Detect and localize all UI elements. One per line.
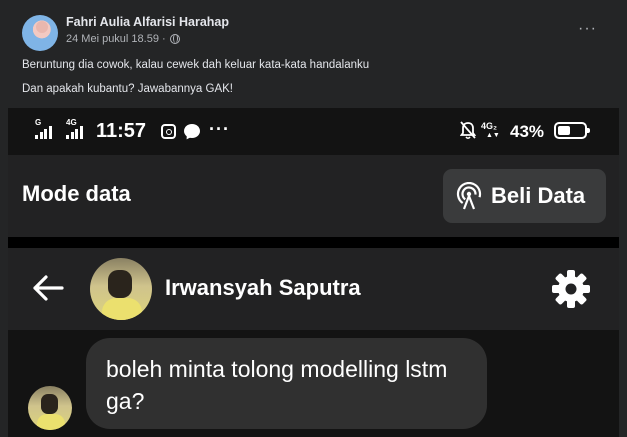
- contact-avatar[interactable]: [90, 258, 152, 320]
- network-4g-icon: 4G₂ ▲▼: [481, 121, 500, 139]
- phone-status-bar: G 4G 11:57 ··· 4G₂ ▲▼ 43%: [8, 108, 619, 155]
- divider: [8, 237, 619, 248]
- globe-icon: [169, 34, 180, 44]
- more-options-button[interactable]: ···: [578, 20, 597, 38]
- post-date[interactable]: 24 Mei pukul 18.59 ·: [66, 33, 166, 45]
- clock: 11:57: [96, 120, 147, 142]
- contact-name[interactable]: Irwansyah Saputra: [165, 275, 361, 301]
- message-bubble[interactable]: boleh minta tolong modelling lstm ga?: [86, 338, 487, 429]
- post-text-line-1: Beruntung dia cowok, kalau cewek dah kel…: [22, 59, 370, 71]
- post-text-line-2: Dan apakah kubantu? Jawabannya GAK!: [22, 83, 233, 95]
- chat-area[interactable]: boleh minta tolong modelling lstm ga?: [8, 330, 619, 437]
- sender-avatar[interactable]: [28, 386, 72, 430]
- gear-icon[interactable]: [550, 268, 592, 310]
- buy-data-button[interactable]: Beli Data: [443, 169, 606, 223]
- embedded-screenshot[interactable]: G 4G 11:57 ··· 4G₂ ▲▼ 43% Mode data Beli…: [8, 108, 619, 437]
- battery-percent: 43%: [510, 122, 545, 141]
- signal-1-icon: G: [35, 118, 59, 139]
- mute-bell-icon: [460, 121, 476, 140]
- arrow-left-icon[interactable]: [30, 270, 66, 306]
- mode-data-title: Mode data: [22, 181, 131, 206]
- author-name[interactable]: Fahri Aulia Alfarisi Harahap: [66, 15, 229, 29]
- post-meta: 24 Mei pukul 18.59 ·: [66, 33, 180, 45]
- instagram-icon: [161, 124, 176, 139]
- post-header: Fahri Aulia Alfarisi Harahap 24 Mei puku…: [0, 0, 627, 56]
- more-notifications-icon: ···: [209, 119, 230, 139]
- broadcast-icon: [456, 182, 482, 210]
- signal-2-icon: 4G: [66, 118, 92, 139]
- chat-header: Irwansyah Saputra: [8, 248, 619, 330]
- author-avatar[interactable]: [22, 15, 58, 51]
- chat-bubble-icon: [184, 124, 200, 138]
- battery-icon: [554, 122, 590, 139]
- data-mode-bar: Mode data Beli Data: [8, 155, 619, 237]
- buy-data-label: Beli Data: [491, 183, 586, 208]
